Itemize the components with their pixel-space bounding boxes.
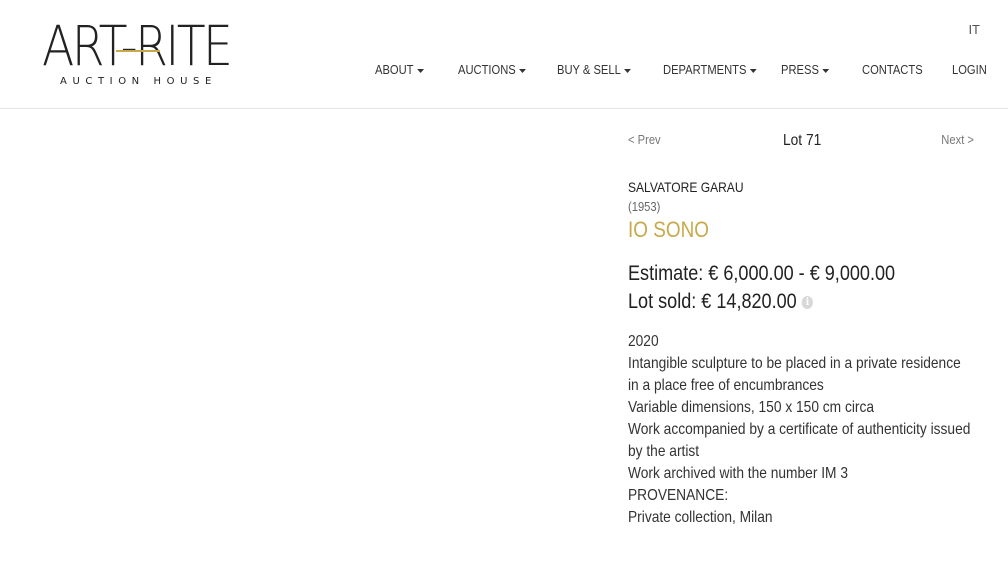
language-switch-it[interactable]: IT	[968, 22, 980, 37]
nav-item-label: ABOUT	[375, 62, 414, 77]
nav-item-label: CONTACTS	[862, 62, 923, 77]
next-lot-link[interactable]: Next >	[941, 132, 974, 147]
caret-down-icon	[416, 68, 424, 73]
estimate-price: Estimate: € 6,000.00 - € 9,000.00	[628, 262, 896, 285]
nav-item-auctions[interactable]: AUCTIONS	[458, 62, 527, 77]
nav-item-label: BUY & SELL	[557, 62, 621, 77]
nav-item-press[interactable]: PRESS	[781, 62, 830, 77]
nav-item-buy-sell[interactable]: BUY & SELL	[557, 62, 632, 77]
lot-navigation: < Prev Lot 71 Next >	[628, 128, 974, 156]
nav-item-about[interactable]: ABOUT	[375, 62, 424, 77]
nav-item-departments[interactable]: DEPARTMENTS	[663, 62, 757, 77]
description-line: PROVENANCE:	[628, 487, 729, 504]
nav-item-label: AUCTIONS	[458, 62, 516, 77]
nav-item-label: LOGIN	[952, 62, 987, 77]
info-icon[interactable]: i	[801, 295, 814, 309]
artist-years: (1953)	[628, 199, 661, 214]
lot-number: Lot 71	[783, 132, 822, 149]
lot-description: 2020 Intangible sculpture to be placed i…	[628, 331, 974, 529]
lot-details: < Prev Lot 71 Next > SALVATORE GARAU (19…	[628, 128, 974, 526]
artist-name[interactable]: SALVATORE GARAU	[628, 179, 744, 195]
caret-down-icon	[822, 68, 830, 73]
nav-item-login[interactable]: LOGIN	[952, 62, 987, 77]
nav-item-contacts[interactable]: CONTACTS	[862, 62, 923, 77]
caret-down-icon	[624, 68, 632, 73]
caret-down-icon	[519, 68, 527, 73]
logo-accent-line	[116, 50, 160, 52]
description-line: Variable dimensions, 150 x 150 cm circa	[628, 399, 875, 416]
main-nav: ABOUT AUCTIONS BUY & SELL DEPARTMENTS PR…	[0, 62, 1008, 82]
site-header: ART-RITE AUCTION HOUSE IT ABOUT AUCTIONS…	[0, 0, 1008, 109]
description-line: Private collection, Milan	[628, 509, 773, 526]
description-line: 2020	[628, 333, 659, 350]
sold-price: Lot sold: € 14,820.00 i	[628, 290, 814, 314]
prev-lot-link[interactable]: < Prev	[628, 132, 661, 147]
description-line: Work archived with the number IM 3	[628, 465, 848, 482]
description-line: Intangible sculpture to be placed in a p…	[628, 355, 961, 394]
description-line: Work accompanied by a certificate of aut…	[628, 421, 971, 460]
nav-item-label: DEPARTMENTS	[663, 62, 747, 77]
nav-item-label: PRESS	[781, 62, 819, 77]
caret-down-icon	[749, 68, 757, 73]
sold-price-text: Lot sold: € 14,820.00	[628, 290, 797, 313]
artwork-title: IO SONO	[628, 217, 709, 242]
